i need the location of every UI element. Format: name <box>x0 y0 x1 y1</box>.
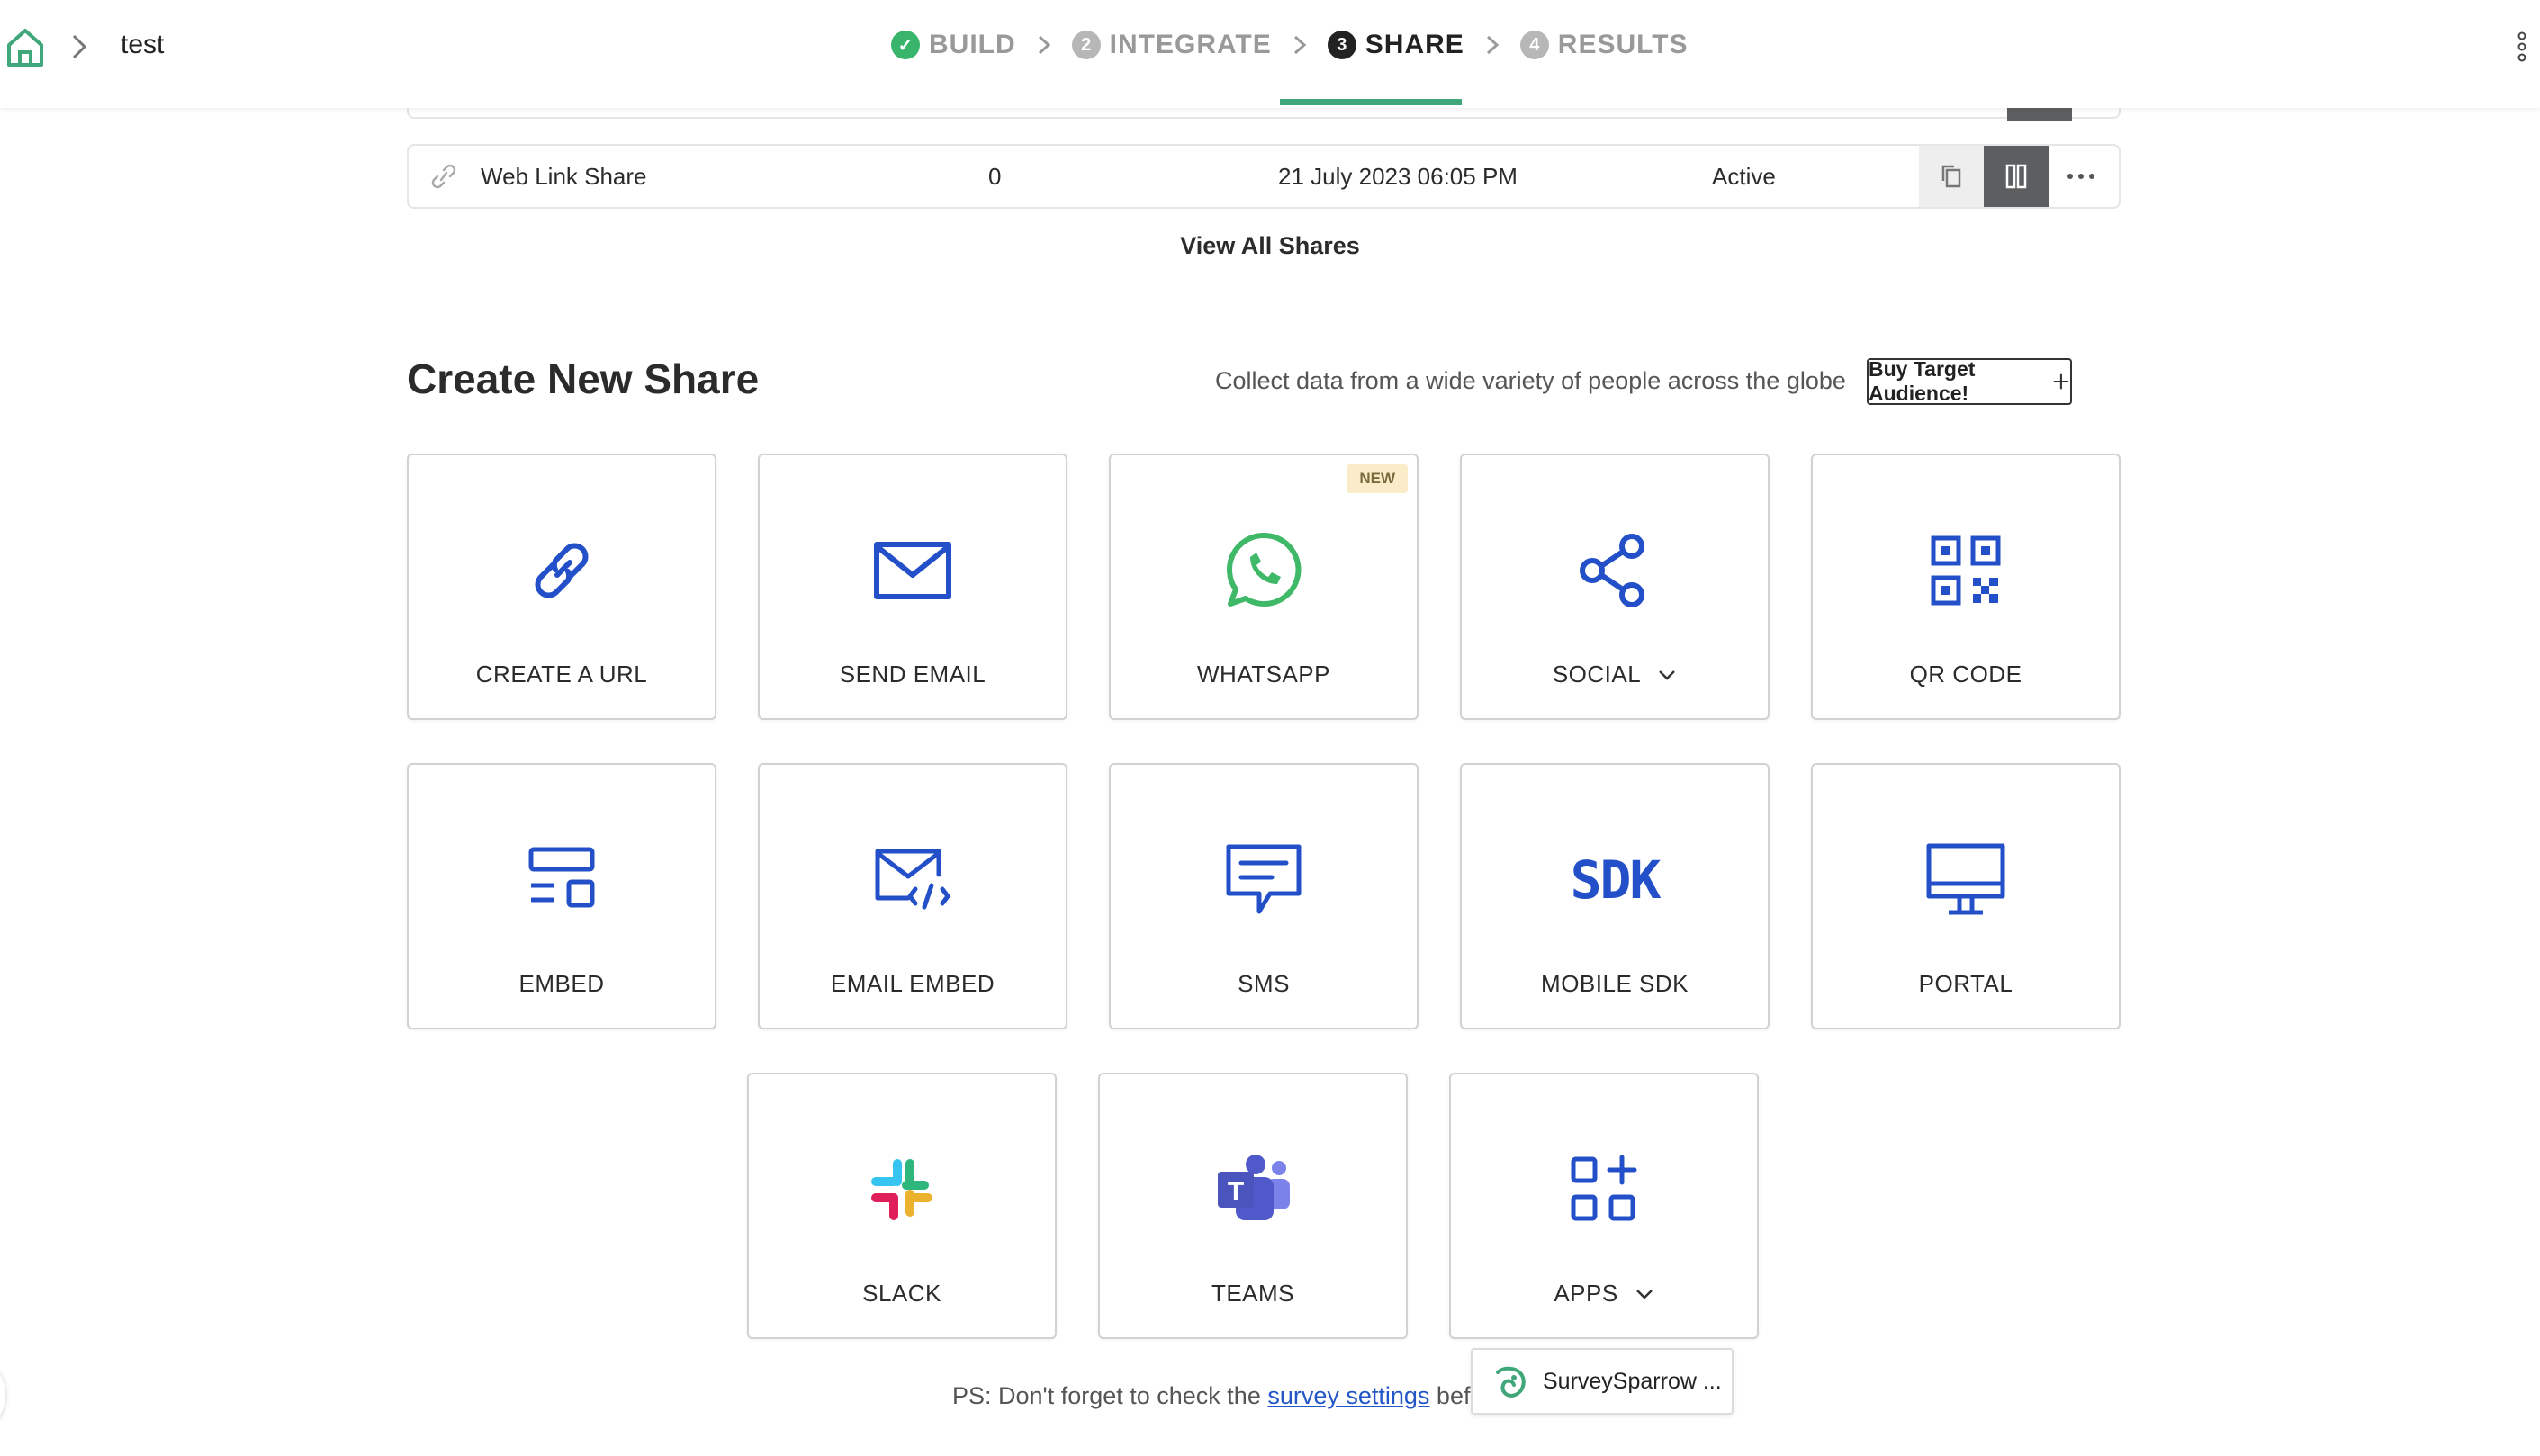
plus-icon <box>2053 373 2069 390</box>
step-label: INTEGRATE <box>1109 30 1272 59</box>
tile-apps[interactable]: APPS <box>1449 1073 1759 1339</box>
tile-label: PORTAL <box>1918 970 2013 997</box>
tile-embed[interactable]: EMBED <box>407 763 716 1029</box>
more-vertical-icon[interactable] <box>2513 27 2531 67</box>
ps-prefix: PS: Don't forget to check the <box>952 1382 1268 1409</box>
whatsapp-icon <box>1219 526 1309 616</box>
surveysparrow-popup[interactable]: SurveySparrow ... <box>1471 1348 1734 1415</box>
step-build[interactable]: ✓ BUILD <box>891 30 1016 60</box>
tile-email-embed[interactable]: EMAIL EMBED <box>758 763 1067 1029</box>
step-label: SHARE <box>1365 30 1464 59</box>
buy-button-label: Buy Target Audience! <box>1869 357 1976 405</box>
copy-button[interactable] <box>1919 146 1984 207</box>
share-row: Web Link Share 0 21 July 2023 06:05 PM A… <box>407 144 2121 209</box>
envelope-icon <box>868 526 958 616</box>
tile-create-url[interactable]: CREATE A URL <box>407 454 716 720</box>
share-name[interactable]: Web Link Share <box>481 146 647 207</box>
teams-icon-letter: T <box>1228 1177 1244 1207</box>
side-handle[interactable] <box>0 1368 5 1422</box>
popup-label: SurveySparrow ... <box>1543 1368 1722 1394</box>
tile-send-email[interactable]: SEND EMAIL <box>758 454 1067 720</box>
tile-label: APPS <box>1554 1280 1618 1307</box>
tile-whatsapp[interactable]: NEW WHATSAPP <box>1109 454 1419 720</box>
slack-icon <box>857 1145 947 1235</box>
survey-settings-link[interactable]: survey settings <box>1267 1382 1429 1409</box>
tile-label: MOBILE SDK <box>1541 970 1689 997</box>
view-all-shares-link[interactable]: View All Shares <box>0 232 2540 260</box>
tile-social[interactable]: SOCIAL <box>1460 454 1770 720</box>
surveysparrow-logo-icon <box>1496 1366 1526 1398</box>
chevron-down-icon <box>1635 1289 1653 1299</box>
ps-note: PS: Don't forget to check the survey set… <box>952 1382 1491 1410</box>
monitor-icon <box>1921 835 2011 925</box>
tile-label: TEAMS <box>1211 1280 1295 1307</box>
email-embed-icon <box>868 835 958 925</box>
tile-label: SLACK <box>862 1280 941 1307</box>
chevron-right-icon <box>1293 35 1307 55</box>
share-status: Active <box>1712 163 1776 190</box>
qr-code-icon <box>1921 526 2011 616</box>
sdk-icon-text: SDK <box>1570 849 1662 911</box>
step-number: 4 <box>1519 31 1549 59</box>
tile-label: QR CODE <box>1909 661 2022 688</box>
chevron-right-icon <box>1038 35 1050 55</box>
breadcrumb-survey-name[interactable]: test <box>121 25 164 65</box>
link-icon <box>517 526 607 616</box>
step-number: 3 <box>1327 31 1356 59</box>
tile-label: EMAIL EMBED <box>830 970 995 997</box>
tile-teams[interactable]: T TEAMS <box>1098 1073 1408 1339</box>
top-bar: test ✓ BUILD 2 INTEGRATE 3 SHARE 4 RESUL… <box>0 0 2540 108</box>
tile-portal[interactable]: PORTAL <box>1811 763 2121 1029</box>
step-number: 2 <box>1071 31 1101 59</box>
home-icon[interactable] <box>4 25 47 68</box>
more-horizontal-icon <box>2067 174 2094 179</box>
share-date: 21 July 2023 06:05 PM <box>1278 163 1518 190</box>
tile-mobile-sdk[interactable]: SDK MOBILE SDK <box>1460 763 1770 1029</box>
chevron-right-icon <box>72 34 87 59</box>
step-label: RESULTS <box>1557 30 1689 59</box>
pause-toggle-button[interactable] <box>1984 146 2049 207</box>
step-share[interactable]: 3 SHARE <box>1327 30 1464 60</box>
chevron-right-icon <box>1486 35 1500 55</box>
tile-label: SOCIAL <box>1552 661 1642 688</box>
tile-label: WHATSAPP <box>1197 661 1330 688</box>
step-label: BUILD <box>929 30 1016 59</box>
columns-icon <box>2005 164 2027 189</box>
tile-label: CREATE A URL <box>475 661 648 688</box>
share-responses: 0 <box>988 163 1002 190</box>
section-subtitle: Collect data from a wide variety of peop… <box>1215 367 1846 394</box>
teams-icon: T <box>1208 1145 1298 1235</box>
tile-label: SEND EMAIL <box>839 661 986 688</box>
copy-icon <box>1941 165 1961 188</box>
tile-label: EMBED <box>518 970 605 997</box>
tile-label: SMS <box>1238 970 1290 997</box>
section-title: Create New Share <box>407 355 760 402</box>
step-results[interactable]: 4 RESULTS <box>1519 30 1689 60</box>
more-options-button[interactable] <box>2049 146 2113 207</box>
sms-icon <box>1219 835 1309 925</box>
step-integrate[interactable]: 2 INTEGRATE <box>1071 30 1272 60</box>
check-icon: ✓ <box>891 31 920 59</box>
apps-icon <box>1559 1145 1649 1235</box>
step-navigation: ✓ BUILD 2 INTEGRATE 3 SHARE 4 RESULTS <box>891 25 1689 65</box>
tile-sms[interactable]: SMS <box>1109 763 1419 1029</box>
link-icon <box>431 164 456 189</box>
embed-icon <box>517 835 607 925</box>
sdk-icon: SDK <box>1570 835 1662 925</box>
active-step-indicator <box>1280 99 1462 105</box>
tile-slack[interactable]: SLACK <box>747 1073 1057 1339</box>
buy-target-audience-button[interactable]: Buy Target Audience! <box>1867 357 2072 405</box>
chevron-down-icon <box>1659 670 1676 680</box>
new-badge: NEW <box>1347 464 1408 493</box>
share-icon <box>1570 526 1660 616</box>
tile-qr-code[interactable]: QR CODE <box>1811 454 2121 720</box>
